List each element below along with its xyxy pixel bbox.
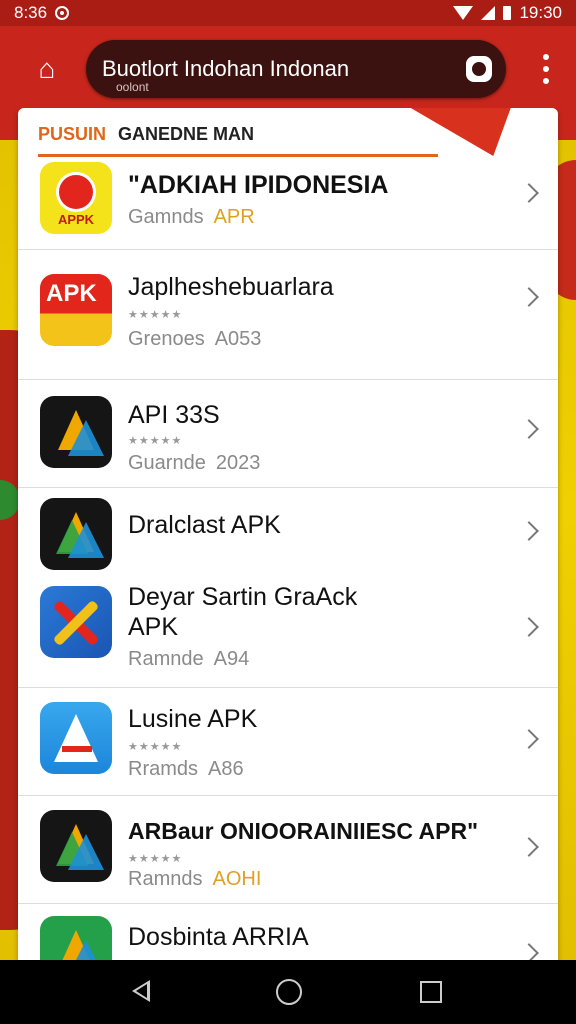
app-name: Deyar Sartin GraAck APK [128, 583, 358, 641]
chevron-right-icon [519, 837, 539, 857]
home-button[interactable]: ⌂ [32, 54, 62, 84]
list-item[interactable]: APPK "ADKIAH IPIDONESIA Gamnds APR [18, 160, 558, 250]
chevron-right-icon [519, 183, 539, 203]
header-title: GANEDNE MAN [118, 124, 255, 144]
app-category: Rramds [128, 758, 199, 780]
chevron-right-icon [519, 419, 539, 439]
list-item[interactable]: API 33S ★★★★★ Guarnde 2023 [18, 380, 558, 488]
home-circle-icon[interactable] [276, 979, 302, 1005]
battery-icon [503, 6, 512, 20]
app-name: ARBaur ONIOORAINIIESC APR" [128, 818, 478, 844]
triangle-green-icon [40, 498, 112, 570]
signal-icon [481, 6, 496, 20]
dot-icon [543, 66, 549, 72]
recents-icon[interactable] [420, 981, 442, 1003]
app-category: Ramnds [128, 868, 203, 890]
rating-stars: ★★★★★ [128, 741, 183, 753]
list-item[interactable]: Dosbinta ARRIA [18, 904, 558, 968]
dark-triangle-icon [40, 810, 112, 882]
app-meta: Grenoes A053 [128, 328, 261, 351]
status-time-left: 8:36 [14, 3, 48, 22]
app-meta: Gamnds APR [128, 206, 255, 229]
overflow-menu-button[interactable] [542, 54, 550, 84]
app-category: Ramnde [128, 648, 204, 670]
app-version: A94 [213, 648, 250, 670]
apk-red-circle-icon: APPK [40, 162, 112, 234]
app-version: A86 [208, 758, 244, 780]
list-item[interactable]: Dralclast APK [18, 488, 558, 570]
rating-stars: ★★★★★ [128, 853, 183, 865]
rating-stars: ★★★★★ [128, 309, 183, 321]
back-icon[interactable] [132, 980, 150, 1002]
dot-icon [543, 78, 549, 84]
list-item[interactable]: APK Japlheshebuarlara ★★★★★ Grenoes A053 [18, 250, 558, 380]
system-nav-bar [0, 960, 576, 1024]
triangle-apk-icon [40, 396, 112, 468]
url-text: Buotlort Indohan Indonan [102, 56, 350, 81]
app-meta: Ramnds AOHI [128, 868, 261, 891]
app-name: "ADKIAH IPIDONESIA [128, 171, 389, 199]
list-item[interactable]: Lusine APK ★★★★★ Rramds A86 [18, 688, 558, 796]
wifi-icon [453, 6, 474, 20]
app-name: Lusine APK [128, 705, 258, 733]
list-item[interactable]: ARBaur ONIOORAINIIESC APR" ★★★★★ Ramnds A… [18, 796, 558, 904]
status-time-right: 19:30 [519, 3, 562, 22]
list-item[interactable]: Deyar Sartin GraAck APK Ramnde A94 [18, 570, 558, 688]
app-meta: Rramds A86 [128, 758, 244, 781]
dot-icon [543, 54, 549, 60]
app-name: Dosbinta ARRIA [128, 923, 309, 951]
rating-stars: ★★★★★ [128, 435, 183, 447]
apk-red-yellow-icon: APK [40, 274, 112, 346]
app-list-card: PUSUIN GANEDNE MAN APPK "ADKIAH IPIDONES… [18, 108, 558, 968]
bird-logo-icon [393, 108, 511, 156]
chevron-right-icon [519, 287, 539, 307]
app-version: A053 [214, 328, 262, 350]
app-meta: Ramnde A94 [128, 648, 249, 671]
chevron-right-icon [519, 617, 539, 637]
browser-toolbar: ⌂ Buotlort Indohan Indonan oolont [0, 26, 576, 108]
header-underline [38, 154, 438, 157]
home-icon: ⌂ [38, 53, 56, 84]
app-version: AOHI [212, 868, 262, 890]
chevron-right-icon [519, 729, 539, 749]
card-header: PUSUIN GANEDNE MAN [18, 108, 558, 158]
header-brand: PUSUIN [38, 124, 107, 144]
url-subtext: oolont [116, 80, 149, 94]
app-name: Japlheshebuarlara [128, 273, 334, 301]
cross-blue-icon [40, 586, 112, 658]
address-bar[interactable]: Buotlort Indohan Indonan oolont [86, 40, 506, 98]
chevron-right-icon [519, 521, 539, 541]
app-version: 2023 [215, 452, 261, 474]
app-version: APR [213, 206, 255, 228]
blue-a-icon [40, 702, 112, 774]
app-category: Grenoes [128, 328, 205, 350]
status-bar: 8:36 19:30 [0, 0, 576, 26]
app-category: Guarnde [128, 452, 206, 474]
app-name: API 33S [128, 401, 220, 429]
app-meta: Guarnde 2023 [128, 452, 260, 475]
record-icon [55, 6, 70, 20]
app-category: Gamnds [128, 206, 204, 228]
app-name: Dralclast APK [128, 511, 281, 539]
lens-icon[interactable] [466, 56, 492, 82]
